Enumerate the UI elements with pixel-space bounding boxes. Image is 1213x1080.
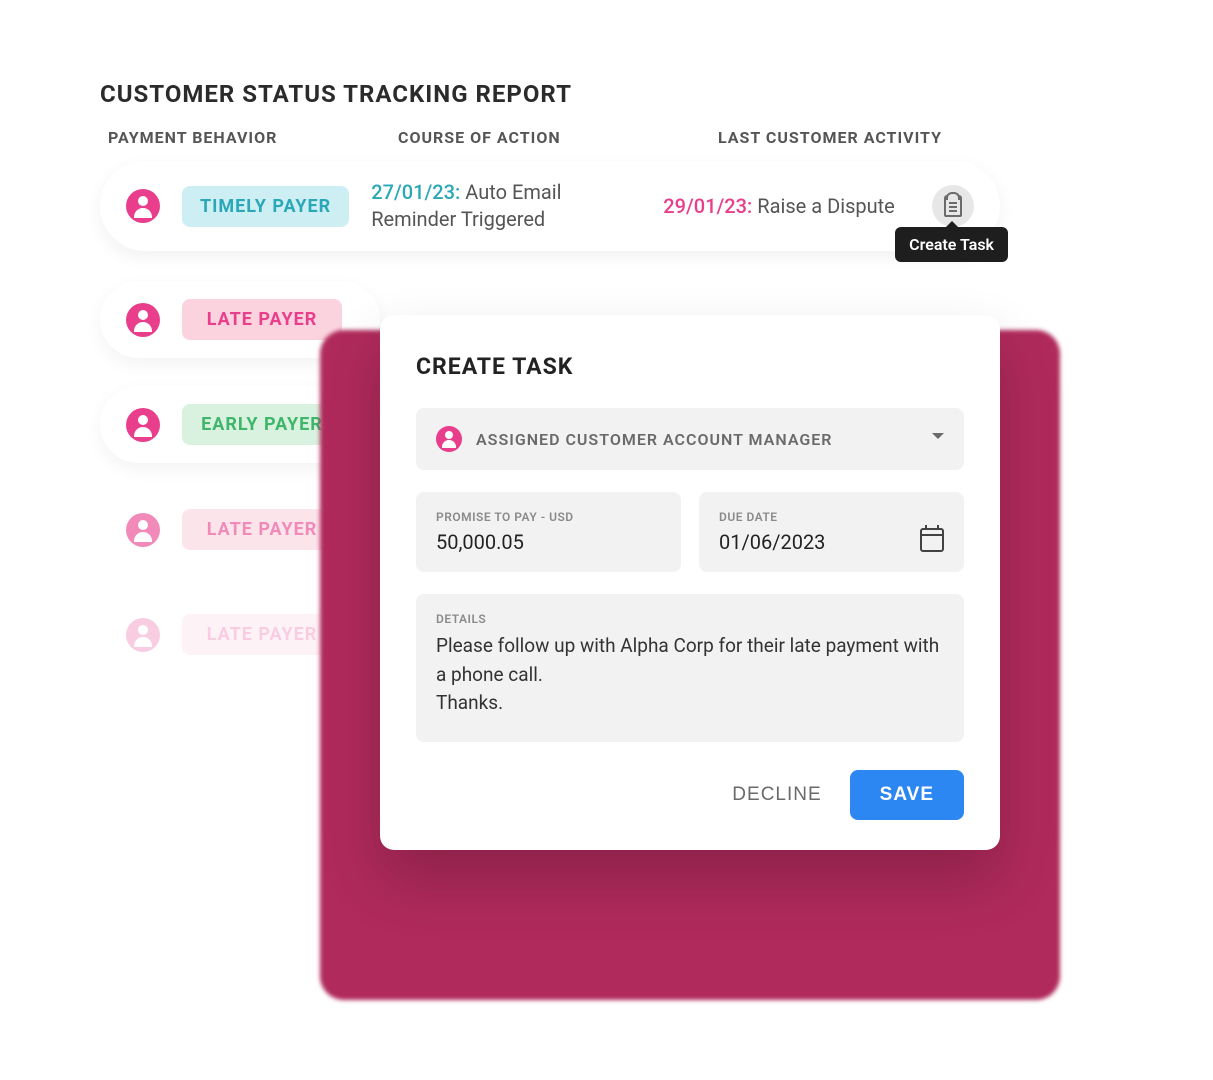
details-label: DETAILS [436, 612, 944, 626]
clipboard-icon [944, 195, 962, 217]
activity-date: 29/01/23: [663, 194, 752, 218]
decline-button[interactable]: DECLINE [732, 784, 821, 806]
column-headers: PAYMENT BEHAVIOR COURSE OF ACTION LAST C… [100, 128, 1123, 147]
assignee-select[interactable]: ASSIGNED CUSTOMER ACCOUNT MANAGER [416, 408, 964, 470]
col-course-of-action: COURSE OF ACTION [398, 128, 658, 147]
customer-row[interactable]: TIMELY PAYER 27/01/23: Auto Email Remind… [100, 161, 1000, 251]
col-last-activity: LAST CUSTOMER ACTIVITY [718, 128, 1018, 147]
due-date-label: DUE DATE [719, 510, 825, 524]
create-task-tooltip: Create Task [895, 227, 1008, 262]
user-icon [126, 513, 160, 547]
user-icon [126, 303, 160, 337]
amount-label: PROMISE TO PAY - USD [436, 510, 661, 524]
payment-badge: EARLY PAYER [182, 404, 342, 445]
user-icon [126, 408, 160, 442]
payment-badge: TIMELY PAYER [182, 186, 349, 227]
payment-badge: LATE PAYER [182, 509, 342, 550]
promise-to-pay-field[interactable]: PROMISE TO PAY - USD 50,000.05 [416, 492, 681, 572]
create-task-modal: CREATE TASK ASSIGNED CUSTOMER ACCOUNT MA… [380, 315, 1000, 850]
action-date: 27/01/23: [371, 180, 460, 204]
payment-badge: LATE PAYER [182, 614, 342, 655]
due-date-value: 01/06/2023 [719, 530, 825, 554]
course-of-action: 27/01/23: Auto Email Reminder Triggered [371, 179, 641, 233]
calendar-icon [920, 528, 944, 552]
due-date-field[interactable]: DUE DATE 01/06/2023 [699, 492, 964, 572]
save-button[interactable]: SAVE [850, 770, 964, 820]
details-text: Please follow up with Alpha Corp for the… [436, 632, 944, 718]
user-icon [126, 618, 160, 652]
amount-value: 50,000.05 [436, 530, 661, 554]
assignee-label: ASSIGNED CUSTOMER ACCOUNT MANAGER [476, 430, 832, 449]
payment-badge: LATE PAYER [182, 299, 342, 340]
modal-title: CREATE TASK [416, 353, 964, 380]
user-icon [126, 189, 160, 223]
last-activity: 29/01/23: Raise a Dispute [663, 193, 903, 220]
page-title: CUSTOMER STATUS TRACKING REPORT [100, 80, 1123, 108]
col-payment-behavior: PAYMENT BEHAVIOR [108, 128, 338, 147]
activity-text: Raise a Dispute [757, 194, 895, 218]
details-field[interactable]: DETAILS Please follow up with Alpha Corp… [416, 594, 964, 742]
chevron-down-icon [932, 433, 944, 445]
user-icon [436, 426, 462, 452]
